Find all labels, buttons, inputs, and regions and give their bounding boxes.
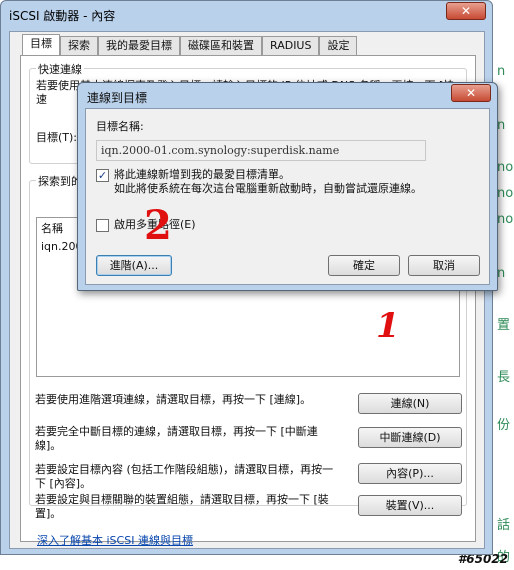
target-label: 目標(T): bbox=[36, 131, 78, 144]
background-glyph: no bbox=[497, 186, 514, 201]
checkmark-icon: ✓ bbox=[97, 169, 108, 182]
properties-button[interactable]: 內容(P)... bbox=[358, 463, 462, 484]
background-glyph: 置 bbox=[497, 318, 511, 333]
tab-targets[interactable]: 目標 bbox=[22, 34, 60, 56]
target-name-label: 目標名稱: bbox=[96, 120, 144, 133]
tab-strip: 目標 探索 我的最愛目標 磁碟區和裝置 RADIUS 設定 bbox=[22, 34, 358, 56]
action-text-disconnect: 若要完全中斷目標的連線，請選取目標，再按一下 [中斷連線]。 bbox=[35, 425, 318, 452]
connect-button[interactable]: 連線(N) bbox=[358, 393, 462, 414]
tab-radius[interactable]: RADIUS bbox=[262, 36, 320, 56]
tab-discovery[interactable]: 探索 bbox=[60, 36, 98, 56]
annotation-mark-2: 2 bbox=[144, 202, 172, 249]
disconnect-button[interactable]: 中斷連線(D) bbox=[358, 427, 462, 448]
column-header-name[interactable]: 名稱 bbox=[41, 222, 63, 236]
action-text-connect: 若要使用進階選項連線，請選取目標，再按一下 [連線]。 bbox=[35, 393, 312, 406]
add-favorite-description: 如此將使系統在每次這台電腦重新啟動時，自動嘗試還原連線。 bbox=[114, 182, 422, 195]
devices-button[interactable]: 裝置(V)... bbox=[358, 495, 462, 516]
connect-to-target-dialog: 連線到目標 ✕ 目標名稱: iqn.2000-01.com.synology:s… bbox=[77, 82, 498, 291]
multipath-checkbox[interactable] bbox=[96, 219, 109, 232]
dialog-title: 連線到目標 bbox=[87, 91, 148, 105]
background-glyph: 份 bbox=[497, 418, 511, 433]
ok-button[interactable]: 確定 bbox=[328, 255, 400, 276]
background-glyph: no bbox=[497, 160, 514, 175]
tab-favorite-targets[interactable]: 我的最愛目標 bbox=[98, 36, 180, 56]
background-glyph: no bbox=[497, 212, 514, 227]
annotation-mark-1: 1 bbox=[376, 306, 400, 346]
action-text-properties: 若要設定目標內容 (包括工作階段組態)，請選取目標，再按一下 [內容]。 bbox=[35, 463, 334, 490]
advanced-button[interactable]: 進階(A)... bbox=[96, 255, 172, 276]
quick-connect-label: 快速連線 bbox=[36, 61, 84, 77]
background-glyph: n bbox=[497, 64, 506, 79]
dialog-close-button[interactable]: ✕ bbox=[451, 84, 491, 102]
learn-more-link[interactable]: 深入了解基本 iSCSI 連線與目標 bbox=[37, 532, 193, 548]
background-glyph: 話 bbox=[497, 518, 511, 533]
close-icon: ✕ bbox=[460, 4, 472, 18]
tab-settings[interactable]: 設定 bbox=[319, 36, 358, 56]
add-favorite-label[interactable]: 將此連線新增到我的最愛目標清單。 bbox=[114, 168, 290, 182]
close-icon: ✕ bbox=[465, 86, 477, 100]
target-name-field: iqn.2000-01.com.synology:superdisk.name bbox=[96, 140, 426, 161]
background-glyph: n bbox=[497, 118, 506, 133]
close-button[interactable]: ✕ bbox=[446, 2, 486, 20]
background-glyph: 長 bbox=[497, 370, 511, 385]
tab-volumes-devices[interactable]: 磁碟區和裝置 bbox=[180, 36, 262, 56]
cancel-button[interactable]: 取消 bbox=[408, 255, 480, 276]
action-text-devices: 若要設定與目標關聯的裝置組態，請選取目標，再按一下 [裝置]。 bbox=[35, 493, 329, 520]
dialog-client-area: 目標名稱: iqn.2000-01.com.synology:superdisk… bbox=[85, 108, 490, 285]
add-favorite-checkbox[interactable]: ✓ bbox=[96, 169, 109, 182]
background-glyph: n bbox=[497, 266, 506, 281]
window-title: iSCSI 啟動器 - 內容 bbox=[9, 9, 116, 23]
